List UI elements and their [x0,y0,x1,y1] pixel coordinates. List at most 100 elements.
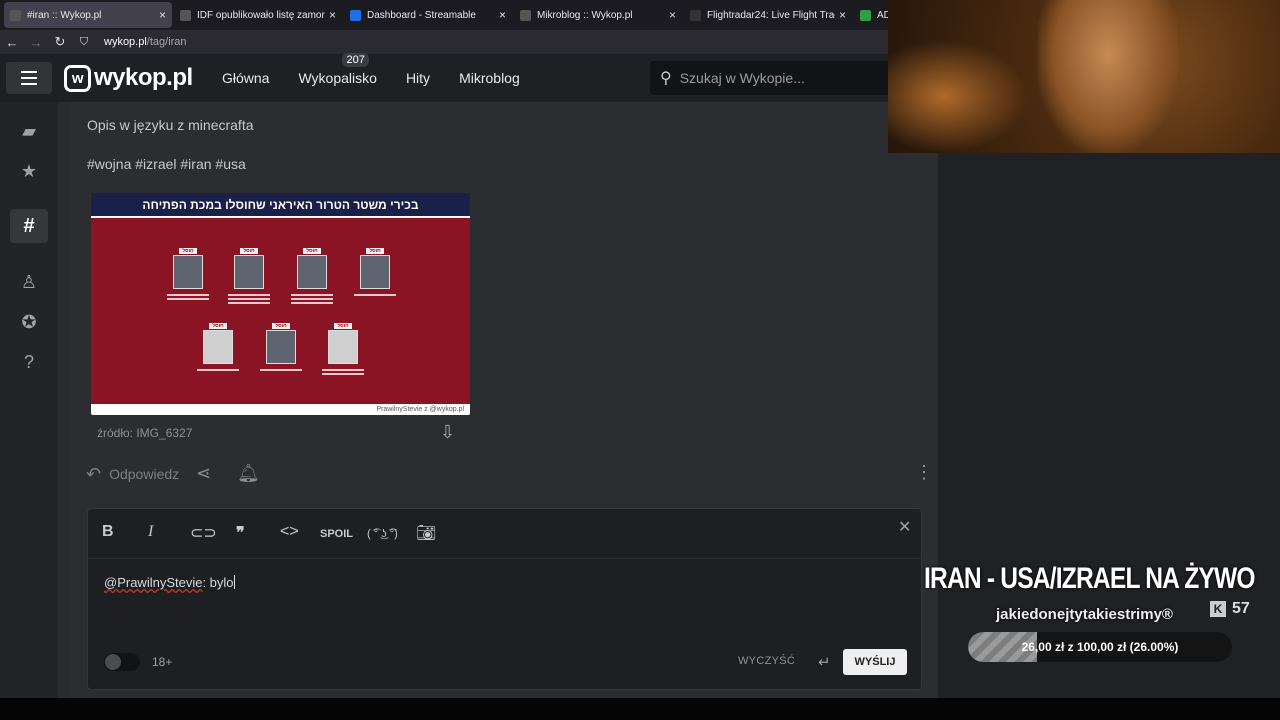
camera-icon[interactable]: 📷︎ [416,523,436,543]
menu-button[interactable] [6,62,52,94]
search-placeholder: Szukaj w Wykopie... [679,70,805,86]
image-watermark: PrawilnyStevie z @wykop.pl [91,404,470,415]
send-button[interactable]: WYŚLIJ [843,649,907,675]
left-rail: ▰ ★ # ♙ ✪ ? [0,102,58,698]
shield-icon[interactable]: ⛉ [72,36,96,49]
donation-progress-bar: 26,00 zł z 100,00 zł (26.00%) [968,632,1232,662]
viewer-count: 57 [1232,600,1250,617]
download-icon[interactable]: ⇩ [440,422,455,443]
reload-icon[interactable]: ↻ [48,34,72,50]
search-icon: ⚲ [660,70,672,87]
tab-title: ADS- [877,9,888,21]
image-source: źródło: IMG_6327 [97,426,193,440]
progress-text: 26,00 zł z 100,00 zł (26.00%) [1021,640,1179,654]
enter-icon: ↵ [818,654,831,671]
tab-title: Dashboard - Streamable [367,9,476,21]
webcam-overlay [888,0,1280,153]
screen: #iran :: Wykop.pl × IDF opublikowało listę… [0,0,1280,720]
close-icon[interactable]: ✕ [898,517,911,537]
tab-title: Mikroblog :: Wykop.pl [537,9,633,21]
spoiler-button[interactable]: SPOIL [320,528,353,540]
comment-editor: B I ⊂⊃ ❞ <> SPOIL ( ͡° ͜ʖ ͡°) 📷︎ ✕ @Praw… [87,508,922,690]
wykop-favicon-icon [10,9,21,21]
tab-title: Flightradar24: Live Flight Tracke [707,9,835,21]
comment-textarea[interactable]: @PrawilnyStevie: bylo [104,575,235,590]
url-host: wykop.pl [104,36,147,48]
tab-title: #iran :: Wykop.pl [27,9,102,21]
wykop-logo-icon: w [64,64,91,92]
comment-text: : bylo [202,575,234,590]
address-bar[interactable]: wykop.pl/tag/iran [104,36,187,48]
quote-icon[interactable]: ❞ [236,523,245,543]
medal-icon[interactable]: ✪ [16,309,42,335]
portrait: חוסל [167,248,209,300]
wykopalisko-count-badge: 207 [342,53,369,67]
portrait: חוסל [260,323,302,371]
star-icon[interactable]: ★ [16,158,42,184]
browser-tab[interactable]: Mikroblog :: Wykop.pl × [514,2,682,28]
hashtag-icon[interactable]: # [10,209,48,243]
wykop-favicon-icon [180,9,191,21]
url-path: /tag/iran [146,36,187,48]
tab-close-icon[interactable]: × [839,8,846,22]
nav-hity[interactable]: Hity [406,70,430,86]
ads-favicon-icon [860,9,871,21]
notification-bell-icon[interactable]: 🔔︎ [237,463,260,484]
image-headline: בכירי משטר הטרור האיראני שחוסלו במכת הפת… [91,193,470,218]
flightradar-favicon-icon [690,9,701,21]
wykop-logo[interactable]: w wykop.pl [64,64,193,92]
logo-text: wykop.pl [94,64,193,91]
ranking-icon[interactable]: ♙ [16,269,42,295]
taskbar [0,698,1280,720]
search-input[interactable]: ⚲ Szukaj w Wykopie... [650,61,890,95]
tab-close-icon[interactable]: × [159,8,166,22]
help-icon[interactable]: ? [16,349,42,375]
reply-button[interactable]: ↶ Odpowiedz [86,462,179,486]
nav-wykopalisko-label: Wykopalisko [298,70,377,86]
forward-icon[interactable]: → [24,35,48,50]
browser-tab[interactable]: IDF opublikowało listę zamordo × [174,2,342,28]
wykop-home-icon[interactable]: ▰ [16,118,42,144]
tab-close-icon[interactable]: × [669,8,676,22]
portrait: חוסל [291,248,333,304]
portrait: חוסל [228,248,270,304]
streamable-favicon-icon [350,9,361,21]
mention-text: @PrawilnyStevie [104,575,203,590]
reply-label: Odpowiedz [109,466,180,482]
text-cursor [233,575,235,589]
back-icon[interactable]: ← [0,35,24,50]
kick-logo-icon: K [1210,601,1226,617]
top-nav: Główna Wykopalisko 207 Hity Mikroblog [222,53,520,102]
portrait: חוסל [197,323,239,371]
browser-tab[interactable]: Flightradar24: Live Flight Tracke × [684,2,852,28]
wykop-favicon-icon [520,9,531,21]
clear-button[interactable]: WYCZYŚĆ [738,655,795,667]
stream-subtitle: jakiedonejtytakiestrimy® [996,606,1173,623]
editor-toolbar: B I ⊂⊃ ❞ <> SPOIL ( ͡° ͜ʖ ͡°) 📷︎ ✕ [88,509,921,559]
tab-close-icon[interactable]: × [329,8,336,22]
nav-wykopalisko[interactable]: Wykopalisko 207 [298,53,377,86]
tab-title: IDF opublikowało listę zamordo [197,9,325,21]
tab-close-icon[interactable]: × [499,8,506,22]
post-description: Opis w języku z minecrafta [87,117,254,133]
code-icon[interactable]: <> [280,523,299,541]
lenny-face-button[interactable]: ( ͡° ͜ʖ ͡°) [367,528,398,540]
reply-icon: ↶ [86,463,102,484]
post-image[interactable]: בכירי משטר הטרור האיראני שחוסלו במכת הפת… [91,193,470,415]
browser-tab[interactable]: #iran :: Wykop.pl × [4,2,172,28]
post-tags[interactable]: #wojna #izrael #iran #usa [87,156,246,172]
bold-icon[interactable]: B [102,523,114,541]
stream-title: IRAN - USA/IZRAEL NA ŻYWO [924,562,1256,595]
nsfw-toggle[interactable] [104,653,140,671]
share-icon[interactable]: ⋖ [196,463,211,484]
nav-glowna[interactable]: Główna [222,70,269,86]
portrait: חוסל [322,323,364,375]
portrait: חוסל [354,248,396,296]
nav-mikroblog[interactable]: Mikroblog [459,70,520,86]
italic-icon[interactable]: I [148,523,153,541]
nsfw-label: 18+ [152,655,173,669]
browser-tab[interactable]: Dashboard - Streamable × [344,2,512,28]
viewer-counter: K 57 [1210,600,1250,618]
link-icon[interactable]: ⊂⊃ [190,523,217,543]
more-options-icon[interactable]: ⋮ [915,462,933,483]
